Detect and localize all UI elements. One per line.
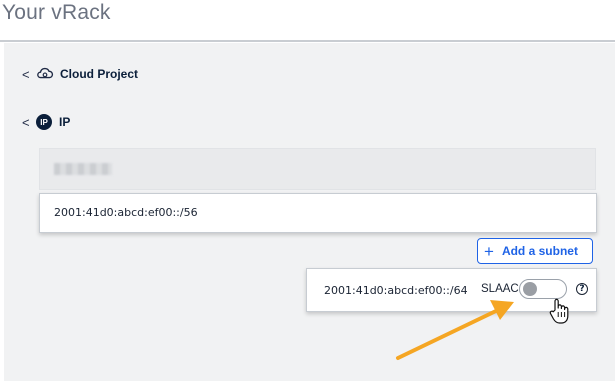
tree-item-cloud-project[interactable]: < Cloud Project (22, 65, 138, 83)
ip-badge-icon: IP (36, 114, 52, 130)
annotation-arrow (396, 300, 514, 360)
page-title: Your vRack (2, 1, 111, 24)
add-subnet-button[interactable]: + Add a subnet (477, 238, 593, 264)
chevron-left-icon[interactable]: < (22, 67, 36, 82)
hand-pointer-icon (549, 298, 569, 324)
plus-icon: + (484, 241, 494, 261)
title-divider (0, 40, 615, 42)
subnet-card-parent[interactable]: 2001:41d0:abcd:ef00::/56 (39, 193, 597, 233)
tree-item-label: IP (59, 115, 71, 129)
help-icon[interactable]: ? (576, 283, 588, 295)
add-subnet-label: Add a subnet (501, 244, 578, 258)
tree-item-label: Cloud Project (60, 67, 139, 81)
redacted-text (54, 163, 112, 175)
cloud-gear-icon (37, 67, 54, 79)
tree-item-ip[interactable]: < IP IP (22, 114, 70, 130)
toggle-knob (523, 282, 537, 296)
slaac-label: SLAAC (481, 283, 519, 295)
chevron-left-icon[interactable]: < (22, 115, 36, 130)
redacted-ip-row (39, 148, 596, 190)
slaac-toggle[interactable] (519, 279, 567, 299)
subnet-address: 2001:41d0:abcd:ef00::/56 (54, 206, 198, 219)
